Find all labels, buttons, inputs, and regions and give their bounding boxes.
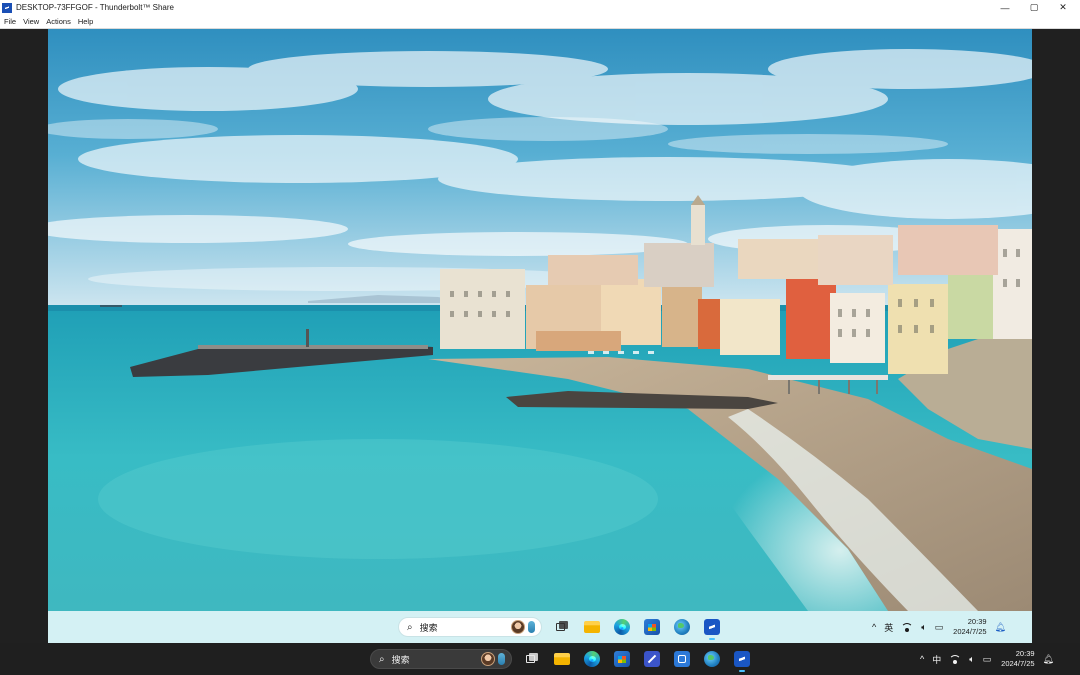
volume-icon[interactable]: 🔈︎ — [921, 622, 926, 633]
remote-taskbar: ⌕ 搜索 ^ 英 🔈︎ ▭ 20:39 2024/7/25 🔔︎ — [48, 611, 1032, 643]
menu-view[interactable]: View — [19, 17, 42, 26]
host-search-placeholder: 搜索 — [391, 654, 410, 665]
menu-actions[interactable]: Actions — [42, 17, 74, 26]
copilot-icon — [528, 621, 535, 633]
copilot-icon — [498, 653, 505, 665]
blue-app-icon[interactable] — [674, 651, 690, 667]
menu-help[interactable]: Help — [74, 17, 96, 26]
remote-taskbar-apps: ⌕ 搜索 — [364, 611, 727, 643]
globe-app-icon[interactable] — [674, 619, 690, 635]
remote-desktop-view[interactable]: ⌕ 搜索 ^ 英 🔈︎ ▭ 20:39 2024/7/25 🔔︎ — [48, 29, 1032, 643]
menu-file[interactable]: File — [0, 17, 19, 26]
wifi-icon[interactable] — [901, 622, 914, 632]
thunderbolt-share-app-icon — [2, 2, 12, 13]
globe-app-icon[interactable] — [704, 651, 720, 667]
file-explorer-icon[interactable] — [554, 653, 570, 665]
store-icon[interactable] — [614, 651, 630, 667]
bing-avatar-icon — [511, 620, 525, 634]
host-taskbar-apps: ⌕ 搜索 — [336, 643, 757, 675]
thunderbolt-share-icon[interactable] — [704, 619, 720, 640]
start-icon[interactable] — [371, 620, 386, 635]
file-explorer-icon[interactable] — [584, 621, 600, 633]
remote-search-box[interactable]: ⌕ 搜索 — [398, 617, 542, 637]
ime-indicator[interactable]: 英 — [884, 621, 893, 634]
maximize-button[interactable]: ▢ — [1019, 0, 1049, 15]
wifi-icon[interactable] — [949, 654, 962, 664]
ime-indicator[interactable]: 中 — [932, 653, 941, 666]
notification-bell-icon[interactable]: 🔔︎ — [1043, 654, 1054, 665]
thunderbolt-share-icon[interactable] — [734, 651, 750, 672]
minimize-button[interactable]: — — [990, 0, 1020, 15]
battery-icon[interactable]: ▭ — [983, 654, 992, 665]
tray-chevron-icon[interactable]: ^ — [872, 622, 876, 632]
remote-search-placeholder: 搜索 — [419, 622, 438, 633]
search-icon: ⌕ — [407, 621, 413, 633]
host-time: 20:39 — [1015, 649, 1035, 658]
desktop-wallpaper — [48, 29, 1032, 611]
remote-time: 20:39 — [967, 617, 987, 626]
host-date: 2024/7/25 — [1001, 659, 1035, 668]
host-search-box[interactable]: ⌕ 搜索 — [370, 649, 512, 669]
notification-bell-icon[interactable]: 🔔︎ — [995, 622, 1006, 633]
edge-icon[interactable] — [584, 651, 600, 667]
edge-icon[interactable] — [614, 619, 630, 635]
pen-app-icon[interactable] — [644, 651, 660, 667]
host-system-tray: ^ 中 🔈︎ ▭ 20:39 2024/7/25 🔔︎ — [916, 643, 1054, 675]
tray-chevron-icon[interactable]: ^ — [920, 654, 924, 664]
remote-clock[interactable]: 20:39 2024/7/25 — [953, 617, 986, 637]
bing-avatar-icon — [481, 652, 495, 666]
battery-icon[interactable]: ▭ — [935, 622, 944, 633]
menu-bar: File View Actions Help — [0, 15, 1080, 29]
search-icon: ⌕ — [379, 653, 385, 665]
remote-system-tray: ^ 英 🔈︎ ▭ 20:39 2024/7/25 🔔︎ — [868, 611, 1006, 643]
task-view-icon[interactable] — [554, 619, 570, 635]
task-view-icon[interactable] — [524, 651, 540, 667]
host-taskbar: ⌕ 搜索 ^ 中 🔈︎ ▭ 20:39 2024/7/25 🔔︎ — [0, 643, 1080, 675]
store-icon[interactable] — [644, 619, 660, 635]
start-icon[interactable] — [343, 652, 358, 667]
volume-icon[interactable]: 🔈︎ — [969, 654, 974, 665]
host-clock[interactable]: 20:39 2024/7/25 — [1001, 649, 1034, 669]
window-title: DESKTOP-73FFGOF - Thunderbolt™ Share — [16, 3, 174, 12]
remote-date: 2024/7/25 — [953, 627, 987, 636]
close-button[interactable]: ✕ — [1048, 0, 1078, 15]
window-titlebar: DESKTOP-73FFGOF - Thunderbolt™ Share — ▢… — [0, 0, 1080, 16]
